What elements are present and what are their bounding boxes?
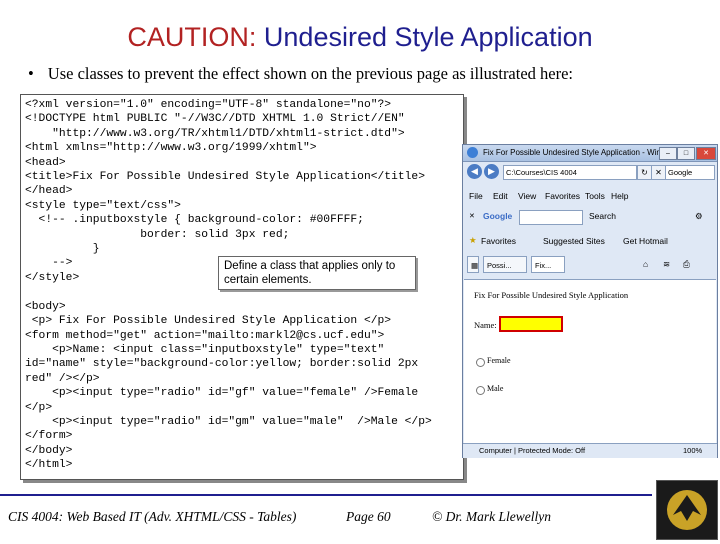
- menu-file[interactable]: File: [469, 191, 483, 201]
- quick-tabs-icon[interactable]: ▦: [467, 256, 479, 273]
- radio-male[interactable]: [476, 386, 485, 395]
- google-search-box[interactable]: Google: [665, 165, 715, 180]
- ie-icon: [467, 147, 478, 158]
- page-heading: Fix For Possible Undesired Style Applica…: [474, 290, 629, 300]
- slide-footer: CIS 4004: Web Based IT (Adv. XHTML/CSS -…: [0, 494, 652, 538]
- back-arrow-icon[interactable]: ◀: [467, 164, 482, 179]
- refresh-icon[interactable]: ↻: [637, 165, 652, 180]
- print-icon[interactable]: ⎙: [683, 259, 690, 270]
- menu-tools[interactable]: Tools: [585, 191, 605, 201]
- status-text: Computer | Protected Mode: Off: [479, 446, 586, 455]
- name-label: Name:: [474, 320, 497, 330]
- footer-author: © Dr. Mark Llewellyn: [432, 509, 551, 524]
- address-bar-row: ◀ ▶ C:\Courses\CIS 4004 ↻ ✕ Google: [463, 162, 717, 182]
- bullet-point: • Use classes to prevent the effect shown…: [28, 64, 573, 84]
- ucf-pegasus-logo: [656, 480, 718, 540]
- radio-male-label: Male: [487, 384, 504, 393]
- page-content: Fix For Possible Undesired Style Applica…: [464, 279, 716, 444]
- title-rest: Undesired Style Application: [256, 22, 593, 52]
- title-caution: CAUTION:: [127, 22, 257, 52]
- menu-favorites[interactable]: Favorites: [545, 191, 580, 201]
- close-button[interactable]: ✕: [696, 147, 716, 160]
- radio-female[interactable]: [476, 358, 485, 367]
- maximize-button[interactable]: □: [677, 147, 695, 160]
- close-toolbar-icon[interactable]: ✕: [469, 212, 475, 220]
- wrench-icon[interactable]: ⚙: [695, 211, 703, 222]
- stop-icon[interactable]: ✕: [651, 165, 666, 180]
- radio-female-label: Female: [487, 356, 511, 365]
- feeds-icon[interactable]: ≋: [663, 259, 670, 270]
- forward-arrow-icon[interactable]: ▶: [484, 164, 499, 179]
- callout-note: Define a class that applies only to cert…: [218, 256, 416, 290]
- get-hotmail-link[interactable]: Get Hotmail: [623, 236, 668, 246]
- footer-course: CIS 4004: Web Based IT (Adv. XHTML/CSS -…: [8, 509, 297, 524]
- bullet-symbol: •: [28, 64, 34, 83]
- browser-window: Fix For Possible Undesired Style Applica…: [462, 144, 718, 458]
- bullet-text: Use classes to prevent the effect shown …: [47, 64, 574, 83]
- menu-help[interactable]: Help: [611, 191, 628, 201]
- zoom-level[interactable]: 100%: [683, 446, 702, 455]
- menu-view[interactable]: View: [518, 191, 536, 201]
- star-icon: ★: [469, 235, 477, 245]
- minimize-button[interactable]: –: [659, 147, 677, 160]
- google-toolbar: ✕ Google Search ⚙: [463, 207, 717, 227]
- browser-window-title: Fix For Possible Undesired Style Applica…: [483, 148, 677, 157]
- slide-title: CAUTION: Undesired Style Application: [0, 22, 720, 53]
- tab-bar: ▦ Possi... Fix... ⌂ ≋ ⎙: [463, 253, 717, 277]
- name-input[interactable]: [499, 316, 563, 332]
- menu-bar: File Edit View Favorites Tools Help: [463, 189, 717, 203]
- footer-page: Page 60: [346, 509, 391, 524]
- google-toolbar-input[interactable]: [519, 210, 583, 225]
- home-icon[interactable]: ⌂: [643, 259, 648, 269]
- tab-fix[interactable]: Fix...: [531, 256, 565, 273]
- address-field[interactable]: C:\Courses\CIS 4004: [503, 165, 637, 180]
- status-bar: Computer | Protected Mode: Off 100%: [463, 443, 717, 458]
- favorites-button[interactable]: Favorites: [481, 236, 516, 246]
- google-toolbar-label: Google: [483, 211, 513, 221]
- favorites-bar: ★ Favorites Suggested Sites Get Hotmail: [463, 231, 717, 251]
- tab-possi[interactable]: Possi...: [483, 256, 527, 273]
- browser-titlebar: Fix For Possible Undesired Style Applica…: [463, 145, 717, 162]
- google-search-button[interactable]: Search: [589, 211, 616, 221]
- suggested-sites-link[interactable]: Suggested Sites: [543, 236, 605, 246]
- menu-edit[interactable]: Edit: [493, 191, 508, 201]
